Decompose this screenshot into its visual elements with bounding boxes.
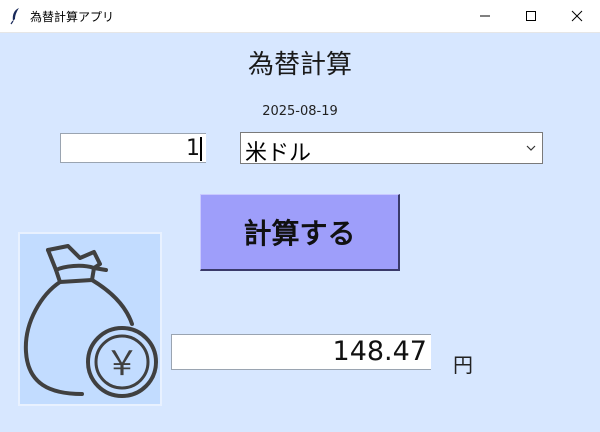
currency-select[interactable]: 米ドル — [240, 132, 543, 166]
feather-icon — [10, 8, 19, 25]
app-window: 為替計算アプリ 為替計算 2025-08-19 米ドル 計算する — [0, 0, 600, 432]
close-icon — [571, 10, 583, 22]
title-bar: 為替計算アプリ — [0, 0, 600, 33]
chevron-down-icon — [526, 145, 536, 151]
money-bag-yen-icon: ￥ — [18, 232, 162, 406]
minimize-icon — [480, 15, 490, 17]
calculate-button[interactable]: 計算する — [200, 194, 400, 271]
amount-input[interactable] — [60, 133, 206, 163]
window-title: 為替計算アプリ — [30, 10, 115, 24]
yen-symbol: ￥ — [105, 344, 139, 384]
result-field: 148.47 — [171, 334, 431, 370]
money-bag-illustration: ￥ — [23, 244, 158, 398]
rate-date: 2025-08-19 — [262, 104, 338, 119]
maximize-button[interactable] — [508, 0, 554, 32]
result-unit: 円 — [453, 353, 473, 377]
text-caret — [200, 137, 202, 161]
page-title: 為替計算 — [247, 50, 352, 80]
close-button[interactable] — [554, 0, 600, 32]
maximize-icon — [526, 11, 536, 21]
currency-selected-value: 米ドル — [245, 141, 312, 166]
minimize-button[interactable] — [462, 0, 508, 32]
